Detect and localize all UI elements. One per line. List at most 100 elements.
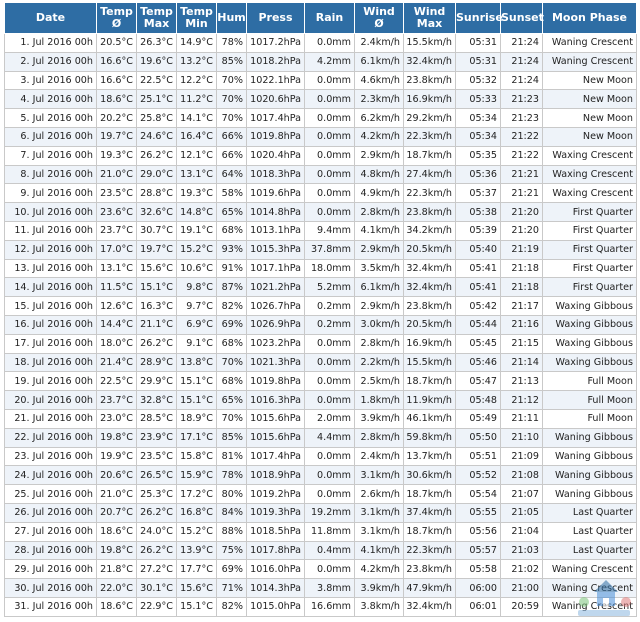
cell-wind-avg: 2.9km/h: [354, 296, 404, 316]
cell-rain: 0.0mm: [304, 390, 355, 410]
cell-sunrise: 05:47: [455, 371, 501, 392]
cell-moon-phase: Waxing Gibbous: [542, 314, 637, 335]
cell-temp-max: 28.9°C: [136, 352, 177, 373]
cell-moon-phase: Waning Gibbous: [542, 484, 637, 504]
cell-date: 16. Jul 2016 00h: [4, 314, 97, 335]
cell-wind-avg: 1.8km/h: [354, 390, 404, 410]
cell-moon-phase: Waxing Gibbous: [542, 333, 637, 354]
cell-wind-avg: 3.1km/h: [354, 521, 404, 542]
cell-sunset: 21:00: [500, 578, 543, 598]
cell-sunset: 21:22: [500, 126, 543, 147]
cell-temp-min: 15.9°C: [176, 465, 217, 486]
cell-wind-max: 15.5km/h: [403, 33, 456, 53]
cell-temp-max: 28.5°C: [136, 408, 177, 429]
cell-temp-max: 23.9°C: [136, 427, 177, 448]
cell-rain: 3.8mm: [304, 578, 355, 598]
cell-sunrise: 05:39: [455, 220, 501, 241]
cell-rain: 0.2mm: [304, 296, 355, 316]
cell-moon-phase: First Quarter: [542, 239, 637, 260]
cell-temp-max: 25.8°C: [136, 108, 177, 128]
cell-temp-avg: 13.1°C: [96, 258, 137, 279]
cell-temp-avg: 11.5°C: [96, 277, 137, 298]
cell-rain: 37.8mm: [304, 239, 355, 260]
cell-temp-max: 26.5°C: [136, 465, 177, 486]
cell-sunrise: 05:56: [455, 521, 501, 542]
cell-date: 6. Jul 2016 00h: [4, 126, 97, 147]
cell-temp-avg: 23.7°C: [96, 220, 137, 241]
cell-temp-min: 9.1°C: [176, 333, 217, 354]
cell-pressure: 1015.6hPa: [246, 408, 305, 429]
cell-wind-avg: 4.2km/h: [354, 559, 404, 580]
cell-temp-avg: 20.5°C: [96, 33, 137, 53]
cell-pressure: 1015.0hPa: [246, 596, 305, 617]
cell-humidity: 85%: [216, 427, 247, 448]
cell-rain: 0.0mm: [304, 33, 355, 53]
cell-sunrise: 05:32: [455, 70, 501, 91]
table-row: 5. Jul 2016 00h 20.2°C 25.8°C 14.1°C 70% 1017…: [4, 108, 637, 128]
cell-temp-avg: 18.6°C: [96, 89, 137, 110]
cell-humidity: 91%: [216, 258, 247, 279]
cell-wind-max: 23.8km/h: [403, 70, 456, 91]
cell-sunrise: 05:58: [455, 559, 501, 580]
cell-wind-max: 30.6km/h: [403, 465, 456, 486]
cell-humidity: 65%: [216, 202, 247, 222]
cell-wind-avg: 2.4km/h: [354, 446, 404, 467]
cell-wind-avg: 3.8km/h: [354, 596, 404, 617]
cell-date: 9. Jul 2016 00h: [4, 183, 97, 204]
column-header-wind-max: Wind Max: [403, 2, 456, 34]
cell-pressure: 1016.3hPa: [246, 390, 305, 410]
cell-moon-phase: Waning Gibbous: [542, 465, 637, 486]
cell-rain: 0.0mm: [304, 126, 355, 147]
cell-sunset: 21:18: [500, 277, 543, 298]
column-header-moon-phase: Moon Phase: [542, 2, 637, 34]
cell-humidity: 70%: [216, 70, 247, 91]
cell-temp-max: 30.1°C: [136, 578, 177, 598]
cell-pressure: 1026.9hPa: [246, 314, 305, 335]
cell-pressure: 1023.2hPa: [246, 333, 305, 354]
cell-temp-max: 19.6°C: [136, 51, 177, 72]
cell-sunrise: 05:50: [455, 427, 501, 448]
cell-temp-min: 11.2°C: [176, 89, 217, 110]
table-row: 16. Jul 2016 00h 14.4°C 21.1°C 6.9°C 69% 1026…: [4, 314, 637, 335]
cell-sunrise: 05:35: [455, 145, 501, 166]
cell-sunrise: 05:33: [455, 89, 501, 110]
cell-wind-max: 20.5km/h: [403, 239, 456, 260]
cell-wind-avg: 4.6km/h: [354, 70, 404, 91]
cell-pressure: 1020.4hPa: [246, 145, 305, 166]
cell-temp-min: 15.2°C: [176, 521, 217, 542]
cell-wind-avg: 2.3km/h: [354, 89, 404, 110]
cell-sunset: 21:13: [500, 371, 543, 392]
cell-temp-min: 12.1°C: [176, 145, 217, 166]
cell-temp-min: 18.9°C: [176, 408, 217, 429]
cell-sunset: 21:24: [500, 33, 543, 53]
cell-sunrise: 05:57: [455, 540, 501, 561]
cell-date: 17. Jul 2016 00h: [4, 333, 97, 354]
cell-date: 1. Jul 2016 00h: [4, 33, 97, 53]
cell-temp-min: 16.4°C: [176, 126, 217, 147]
table-row: 23. Jul 2016 00h 19.9°C 23.5°C 15.8°C 81% 101…: [4, 446, 637, 467]
cell-moon-phase: Full Moon: [542, 390, 637, 410]
table-row: 9. Jul 2016 00h 23.5°C 28.8°C 19.3°C 58% 1019…: [4, 183, 637, 204]
cell-wind-max: 46.1km/h: [403, 408, 456, 429]
cell-pressure: 1019.3hPa: [246, 502, 305, 523]
cell-rain: 0.0mm: [304, 333, 355, 354]
cell-temp-avg: 14.4°C: [96, 314, 137, 335]
cell-date: 28. Jul 2016 00h: [4, 540, 97, 561]
table-row: 1. Jul 2016 00h 20.5°C 26.3°C 14.9°C 78% 1017…: [4, 33, 637, 53]
cell-wind-avg: 2.4km/h: [354, 33, 404, 53]
cell-wind-avg: 3.9km/h: [354, 578, 404, 598]
cell-rain: 2.0mm: [304, 408, 355, 429]
cell-wind-avg: 2.8km/h: [354, 333, 404, 354]
cell-temp-min: 9.8°C: [176, 277, 217, 298]
table-row: 24. Jul 2016 00h 20.6°C 26.5°C 15.9°C 78% 101…: [4, 465, 637, 486]
cell-moon-phase: Full Moon: [542, 408, 637, 429]
cell-pressure: 1019.2hPa: [246, 484, 305, 504]
cell-sunset: 21:11: [500, 408, 543, 429]
table-row: 17. Jul 2016 00h 18.0°C 26.2°C 9.1°C 68% 1023…: [4, 333, 637, 354]
cell-wind-avg: 2.6km/h: [354, 484, 404, 504]
cell-wind-max: 32.4km/h: [403, 277, 456, 298]
cell-temp-avg: 19.3°C: [96, 145, 137, 166]
cell-sunset: 21:10: [500, 427, 543, 448]
table-row: 13. Jul 2016 00h 13.1°C 15.6°C 10.6°C 91% 101…: [4, 258, 637, 279]
cell-rain: 0.0mm: [304, 183, 355, 204]
